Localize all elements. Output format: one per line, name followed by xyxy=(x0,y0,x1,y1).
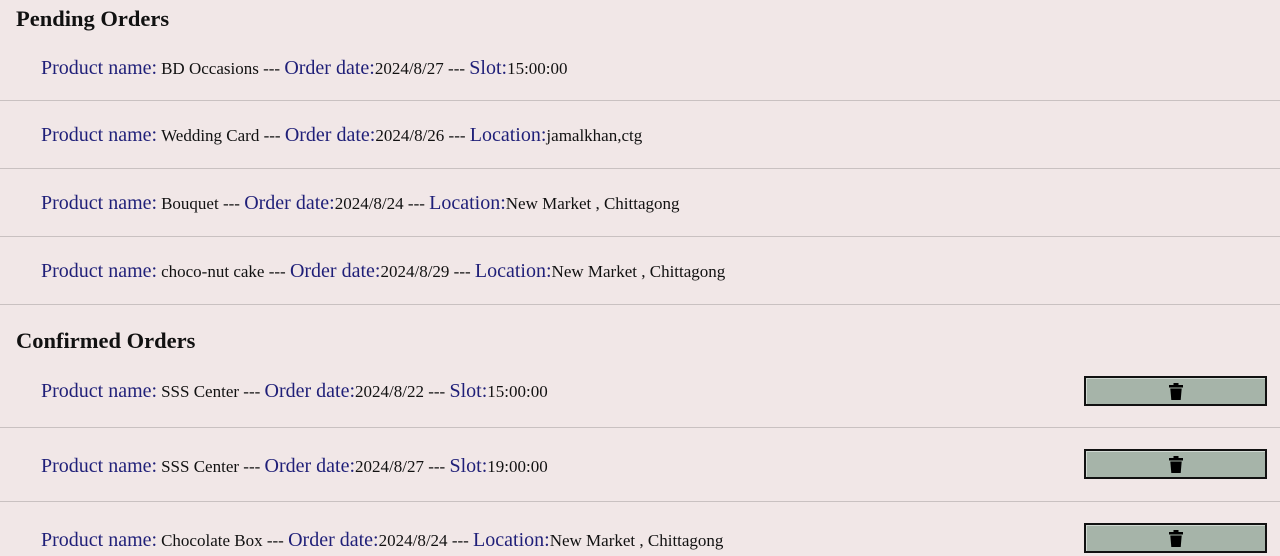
location-label: Location: xyxy=(474,260,552,282)
slot-value: 15:00:00 xyxy=(487,382,548,401)
order-date-label: Order date: xyxy=(288,529,379,551)
order-details: Product name: SSS Center --- Order date:… xyxy=(41,381,548,401)
order-date-label: Order date: xyxy=(284,124,376,146)
slot-label: Slot: xyxy=(449,455,488,477)
separator: --- xyxy=(264,262,290,281)
separator: --- xyxy=(259,126,285,145)
product-name-value: SSS Center xyxy=(161,382,240,401)
slot-label: Slot: xyxy=(469,57,508,79)
separator: --- xyxy=(403,194,430,213)
order-date-value: 2024/8/27 xyxy=(374,59,444,78)
location-label: Location: xyxy=(469,124,547,146)
order-date-value: 2024/8/26 xyxy=(375,126,445,145)
trash-icon xyxy=(1168,529,1183,547)
separator: --- xyxy=(239,457,265,476)
trash-icon xyxy=(1168,382,1183,400)
order-date-label: Order date: xyxy=(264,455,356,477)
delete-order-button[interactable] xyxy=(1084,523,1267,553)
confirmed-orders-heading: Confirmed Orders xyxy=(16,328,196,353)
separator: --- xyxy=(218,194,245,213)
separator: --- xyxy=(447,531,474,550)
delete-order-button[interactable] xyxy=(1084,449,1267,479)
product-name-label: Product name: xyxy=(41,124,158,146)
separator: --- xyxy=(423,382,450,401)
separator: --- xyxy=(258,59,285,78)
trash-icon xyxy=(1168,455,1183,473)
order-date-label: Order date: xyxy=(284,57,375,79)
order-date-value: 2024/8/24 xyxy=(334,194,404,213)
product-name-label: Product name: xyxy=(41,455,158,477)
pending-order-row: Product name: Wedding Card --- Order dat… xyxy=(0,101,1280,169)
separator: --- xyxy=(239,382,265,401)
order-details: Product name: BD Occasions --- Order dat… xyxy=(41,58,568,78)
order-date-value: 2024/8/27 xyxy=(355,457,424,476)
product-name-label: Product name: xyxy=(41,529,158,551)
order-date-label: Order date: xyxy=(289,260,381,282)
pending-order-row: Product name: Bouquet --- Order date:202… xyxy=(0,169,1280,237)
slot-value: 15:00:00 xyxy=(507,59,568,78)
order-date-value: 2024/8/24 xyxy=(378,531,448,550)
product-name-label: Product name: xyxy=(41,57,158,79)
separator: --- xyxy=(262,531,289,550)
separator: --- xyxy=(423,457,450,476)
order-date-value: 2024/8/22 xyxy=(355,382,424,401)
location-label: Location: xyxy=(429,192,506,214)
product-name-value: Wedding Card xyxy=(161,126,260,145)
confirmed-order-row: Product name: Chocolate Box --- Order da… xyxy=(0,502,1280,556)
location-label: Location: xyxy=(473,529,550,551)
product-name-value: Chocolate Box xyxy=(161,531,263,550)
location-value: jamalkhan,ctg xyxy=(546,126,643,145)
order-date-label: Order date: xyxy=(264,380,356,402)
order-date-value: 2024/8/29 xyxy=(380,262,450,281)
location-value: New Market , Chittagong xyxy=(549,531,724,550)
pending-order-row: Product name: choco-nut cake --- Order d… xyxy=(0,237,1280,305)
location-value: New Market , Chittagong xyxy=(551,262,726,281)
product-name-value: choco-nut cake xyxy=(161,262,265,281)
pending-orders-heading: Pending Orders xyxy=(16,6,170,31)
product-name-value: SSS Center xyxy=(161,457,240,476)
order-details: Product name: choco-nut cake --- Order d… xyxy=(41,261,725,281)
order-details: Product name: Wedding Card --- Order dat… xyxy=(41,125,642,145)
order-details: Product name: SSS Center --- Order date:… xyxy=(41,456,548,476)
slot-label: Slot: xyxy=(449,380,488,402)
product-name-label: Product name: xyxy=(41,260,158,282)
slot-value: 19:00:00 xyxy=(487,457,548,476)
product-name-label: Product name: xyxy=(41,380,158,402)
pending-order-row: Product name: BD Occasions --- Order dat… xyxy=(0,34,1280,101)
order-details: Product name: Bouquet --- Order date:202… xyxy=(41,193,680,213)
separator: --- xyxy=(449,262,475,281)
confirmed-order-row: Product name: SSS Center --- Order date:… xyxy=(0,428,1280,502)
delete-order-button[interactable] xyxy=(1084,376,1267,406)
order-details: Product name: Chocolate Box --- Order da… xyxy=(41,530,723,550)
product-name-value: Bouquet xyxy=(161,194,219,213)
location-value: New Market , Chittagong xyxy=(505,194,680,213)
order-date-label: Order date: xyxy=(244,192,335,214)
product-name-label: Product name: xyxy=(41,192,158,214)
separator: --- xyxy=(443,59,470,78)
orders-page: Pending Orders Product name: BD Occasion… xyxy=(0,0,1280,556)
product-name-value: BD Occasions xyxy=(161,59,259,78)
separator: --- xyxy=(444,126,470,145)
confirmed-order-row: Product name: SSS Center --- Order date:… xyxy=(0,355,1280,428)
